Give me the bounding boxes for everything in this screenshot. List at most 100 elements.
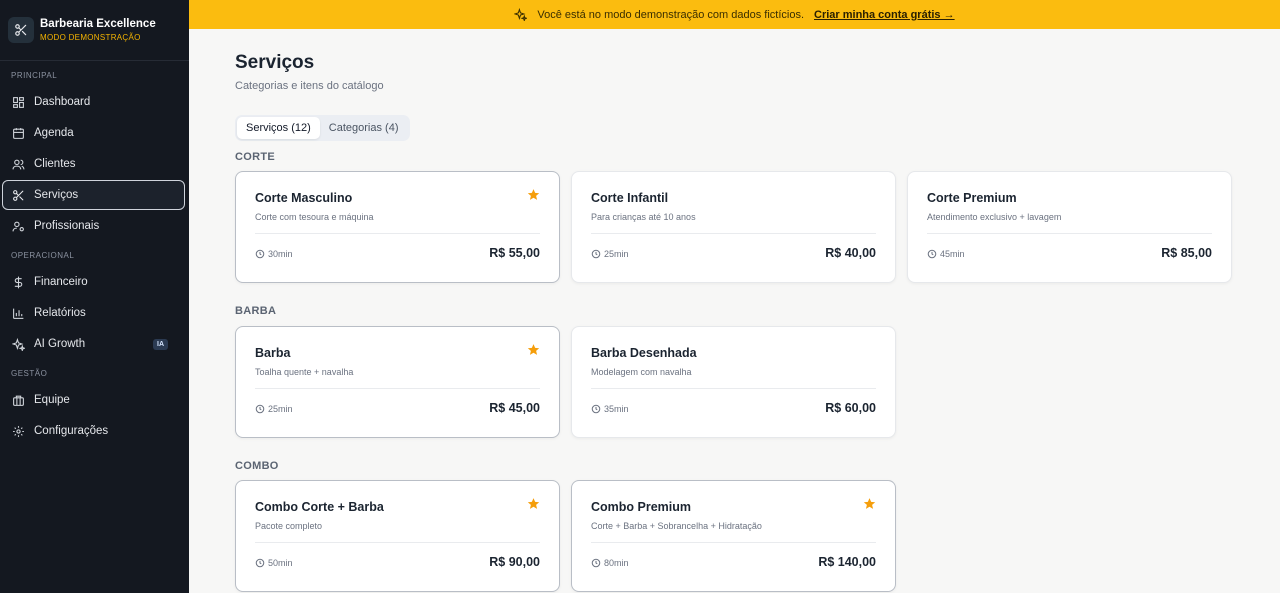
sidebar-item-relatorios[interactable]: Relatórios <box>2 298 185 328</box>
section-label-gestao: GESTÃO <box>11 369 48 378</box>
users-icon <box>12 158 25 171</box>
star-icon[interactable] <box>527 497 540 510</box>
service-card-corte-premium[interactable]: Corte Premium Atendimento exclusivo + la… <box>907 171 1232 283</box>
star-icon[interactable] <box>527 188 540 201</box>
service-description: Pacote completo <box>255 521 323 531</box>
card-divider <box>591 542 876 543</box>
service-description: Corte + Barba + Sobrancelha + Hidratação <box>591 521 762 531</box>
duration-text: 45min <box>940 249 965 259</box>
category-label-corte: CORTE <box>235 151 275 163</box>
sidebar-item-label: Profissionais <box>34 220 100 232</box>
service-price: R$ 90,00 <box>489 555 540 569</box>
card-divider <box>255 233 540 234</box>
sidebar-item-clientes[interactable]: Clientes <box>2 149 185 179</box>
service-description: Para crianças até 10 anos <box>591 212 696 222</box>
demo-banner: Você está no modo demonstração com dados… <box>189 0 1280 29</box>
service-price: R$ 55,00 <box>489 246 540 260</box>
briefcase-icon <box>12 394 25 407</box>
service-title: Barba Desenhada <box>591 346 697 360</box>
sidebar-item-ai-growth[interactable]: AI Growth IA <box>2 329 185 359</box>
sidebar-item-label: Dashboard <box>34 96 91 108</box>
sidebar-item-label: Clientes <box>34 158 76 170</box>
card-divider <box>255 542 540 543</box>
service-duration: 25min <box>255 404 293 414</box>
category-label-combo: COMBO <box>235 460 279 472</box>
brand-name: Barbearia Excellence <box>40 17 156 30</box>
dollar-icon <box>12 276 25 289</box>
service-duration: 30min <box>255 249 293 259</box>
service-description: Modelagem com navalha <box>591 367 692 377</box>
sidebar-item-financeiro[interactable]: Financeiro <box>2 267 185 297</box>
gear-icon <box>12 425 25 438</box>
category-label-barba: BARBA <box>235 305 277 317</box>
service-price: R$ 40,00 <box>825 246 876 260</box>
sidebar-item-label: Agenda <box>34 127 74 139</box>
clock-icon <box>591 404 601 414</box>
create-account-link[interactable]: Criar minha conta grátis → <box>814 9 955 21</box>
bar-chart-icon <box>12 307 25 320</box>
service-card-barba[interactable]: Barba Toalha quente + navalha 25min R$ 4… <box>235 326 560 438</box>
sidebar-item-label: AI Growth <box>34 338 86 350</box>
card-divider <box>255 388 540 389</box>
sidebar-item-profissionais[interactable]: Profissionais <box>2 211 185 241</box>
duration-text: 35min <box>604 404 629 414</box>
service-title: Corte Infantil <box>591 191 669 205</box>
clock-icon <box>927 249 937 259</box>
service-price: R$ 140,00 <box>818 555 876 569</box>
service-duration: 25min <box>591 249 629 259</box>
sidebar-item-configuracoes[interactable]: Configurações <box>2 416 185 446</box>
star-icon[interactable] <box>527 343 540 356</box>
tab-servicos[interactable]: Serviços (12) <box>237 117 320 139</box>
scissors-icon <box>12 189 25 202</box>
service-duration: 80min <box>591 558 629 568</box>
service-price: R$ 85,00 <box>1161 246 1212 260</box>
sidebar-item-label: Equipe <box>34 394 70 406</box>
service-card-combo-premium[interactable]: Combo Premium Corte + Barba + Sobrancelh… <box>571 480 896 592</box>
sidebar-item-label: Relatórios <box>34 307 86 319</box>
clock-icon <box>591 249 601 259</box>
card-divider <box>591 388 876 389</box>
sidebar-item-label: Financeiro <box>34 276 88 288</box>
clock-icon <box>255 558 265 568</box>
scissors-icon <box>8 17 34 43</box>
duration-text: 80min <box>604 558 629 568</box>
calendar-icon <box>12 127 25 140</box>
star-icon[interactable] <box>863 497 876 510</box>
sparkle-icon <box>12 337 25 351</box>
service-duration: 35min <box>591 404 629 414</box>
sparkle-icon <box>514 8 528 21</box>
service-price: R$ 45,00 <box>489 401 540 415</box>
tabs: Serviços (12) Categorias (4) <box>235 115 410 141</box>
demo-mode-label: MODO DEMONSTRAÇÃO <box>40 32 141 42</box>
demo-banner-text: Você está no modo demonstração com dados… <box>537 8 804 21</box>
duration-text: 25min <box>268 404 293 414</box>
service-title: Corte Masculino <box>255 191 353 205</box>
clock-icon <box>255 249 265 259</box>
section-label-operacional: OPERACIONAL <box>11 251 75 260</box>
service-card-corte-masculino[interactable]: Corte Masculino Corte com tesoura e máqu… <box>235 171 560 283</box>
sidebar-item-servicos[interactable]: Serviços <box>2 180 185 210</box>
service-card-corte-infantil[interactable]: Corte Infantil Para crianças até 10 anos… <box>571 171 896 283</box>
sidebar-item-agenda[interactable]: Agenda <box>2 118 185 148</box>
service-card-combo-corte-barba[interactable]: Combo Corte + Barba Pacote completo 50mi… <box>235 480 560 592</box>
sidebar: Barbearia Excellence MODO DEMONSTRAÇÃO P… <box>0 0 189 593</box>
service-description: Atendimento exclusivo + lavagem <box>927 212 1062 222</box>
user-gear-icon <box>12 220 25 233</box>
sidebar-item-label: Configurações <box>34 425 109 437</box>
brand[interactable]: Barbearia Excellence MODO DEMONSTRAÇÃO <box>0 0 189 61</box>
card-divider <box>927 233 1212 234</box>
service-card-barba-desenhada[interactable]: Barba Desenhada Modelagem com navalha 35… <box>571 326 896 438</box>
clock-icon <box>591 558 601 568</box>
page-title: Serviços <box>235 52 315 73</box>
service-duration: 45min <box>927 249 965 259</box>
service-description: Toalha quente + navalha <box>255 367 354 377</box>
service-duration: 50min <box>255 558 293 568</box>
service-title: Combo Premium <box>591 500 692 514</box>
tab-categorias[interactable]: Categorias (4) <box>320 117 408 139</box>
sidebar-item-dashboard[interactable]: Dashboard <box>2 87 185 117</box>
card-divider <box>591 233 876 234</box>
sidebar-item-label: Serviços <box>34 189 79 201</box>
ia-badge: IA <box>153 339 168 350</box>
service-title: Corte Premium <box>927 191 1017 205</box>
sidebar-item-equipe[interactable]: Equipe <box>2 385 185 415</box>
